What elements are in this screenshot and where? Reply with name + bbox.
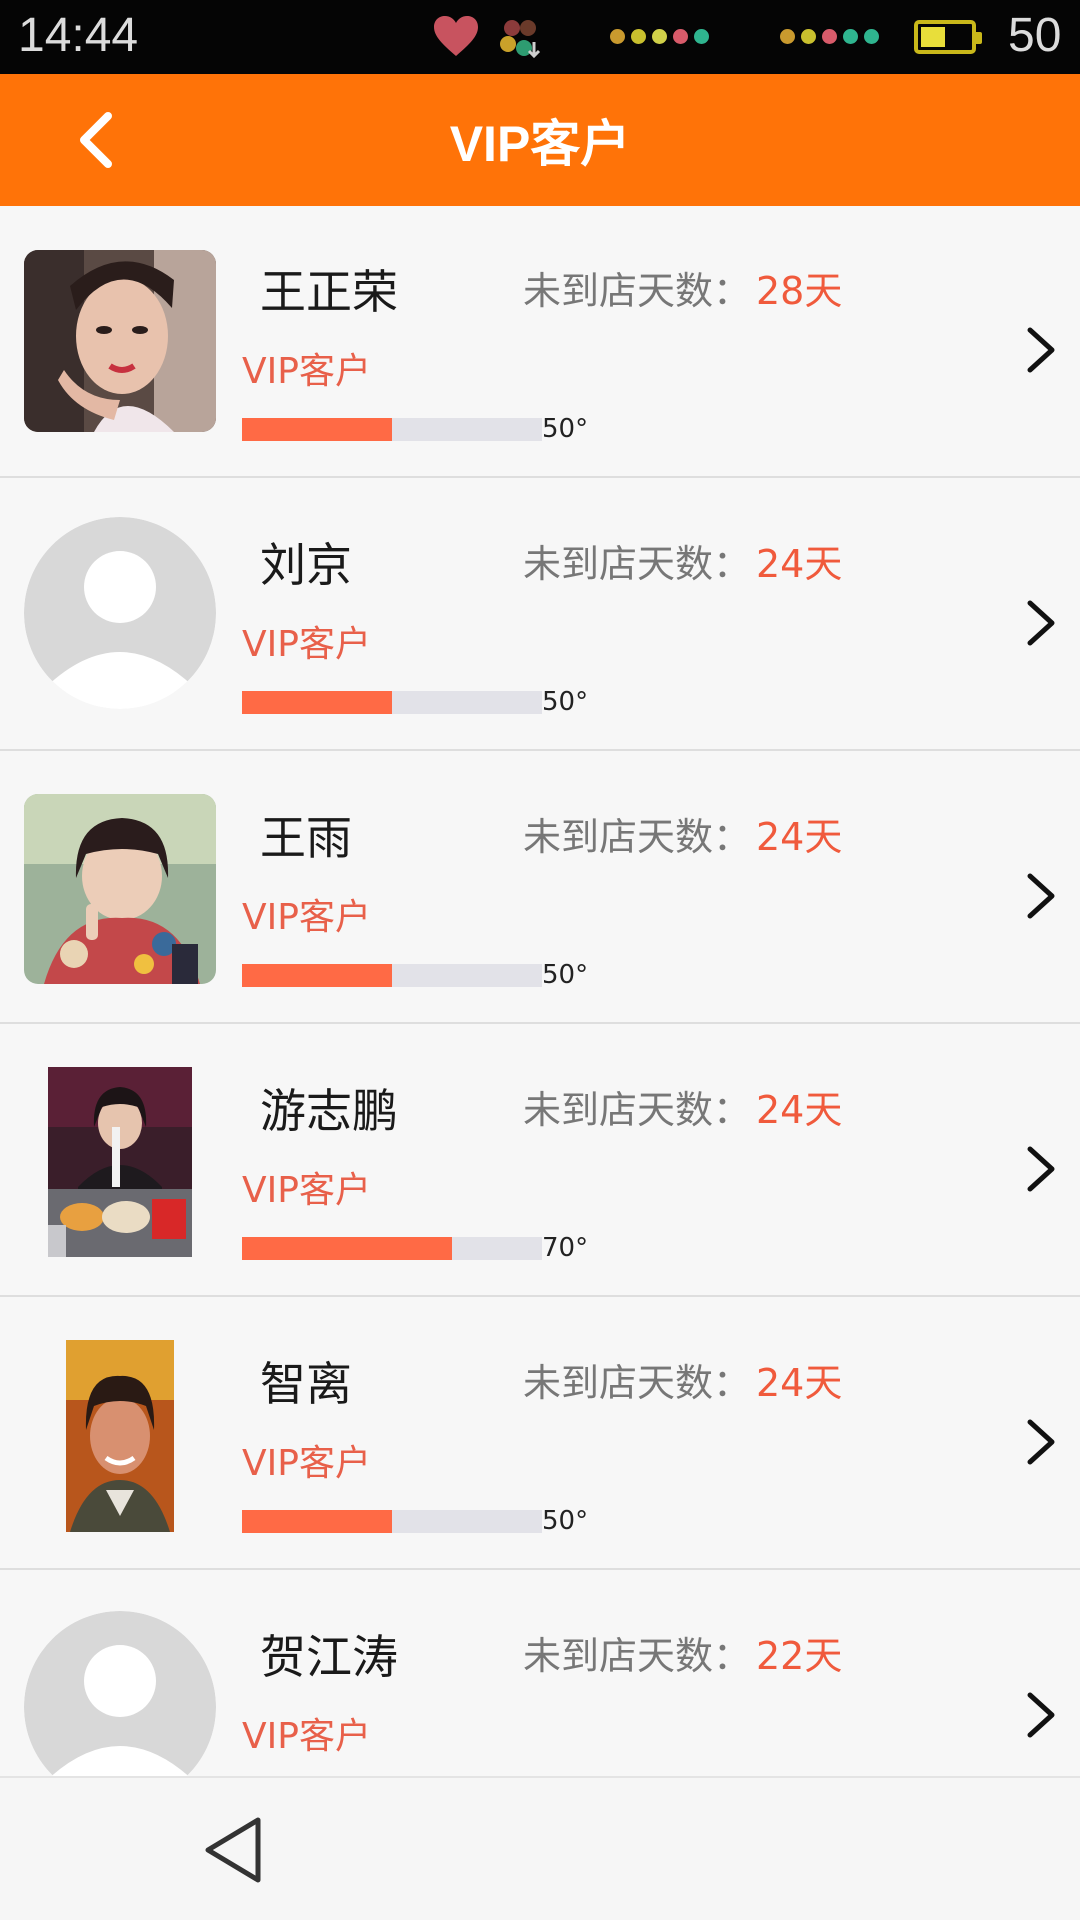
battery-icon — [914, 20, 982, 54]
signal-icon — [610, 29, 709, 44]
vip-label: VIP客户 — [242, 1170, 371, 1211]
divider — [0, 1022, 1080, 1024]
divider — [0, 749, 1080, 751]
days-label: 未到店天数： — [523, 269, 752, 313]
progress-fill — [242, 964, 392, 987]
customer-row[interactable]: 智离 未到店天数： 24天 VIP客户 50° — [0, 1298, 1080, 1570]
heart-icon — [432, 14, 480, 58]
progress-text: 50° — [542, 414, 589, 444]
avatar — [66, 1340, 174, 1532]
customer-row[interactable]: 游志鹏 未到店天数： 24天 VIP客户 70° — [0, 1025, 1080, 1297]
vip-label: VIP客户 — [242, 897, 371, 938]
days-value: 24天 — [756, 815, 843, 859]
days-label: 未到店天数： — [523, 1361, 752, 1405]
avatar — [24, 794, 216, 984]
divider — [0, 476, 1080, 478]
customer-row[interactable]: 王正荣 未到店天数： 28天 VIP客户 50° — [0, 206, 1080, 478]
signal-dot — [610, 29, 625, 44]
signal-dot — [673, 29, 688, 44]
vip-label: VIP客户 — [242, 1443, 371, 1484]
divider — [0, 1568, 1080, 1570]
days-label: 未到店天数： — [523, 1634, 752, 1678]
progress-bar — [242, 964, 542, 987]
customer-name: 王雨 — [260, 811, 352, 865]
progress-bar — [242, 1510, 542, 1533]
battery-level: 50 — [1008, 9, 1062, 62]
status-bar: 14:44 50 — [0, 0, 1080, 74]
avatar — [24, 250, 216, 432]
chevron-right-icon[interactable] — [1024, 1687, 1060, 1743]
progress-fill — [242, 691, 392, 714]
progress-bar — [242, 1237, 542, 1260]
divider — [0, 1295, 1080, 1297]
vip-label: VIP客户 — [242, 1716, 371, 1757]
chevron-right-icon[interactable] — [1024, 595, 1060, 651]
signal-icon — [780, 29, 879, 44]
progress-bar — [242, 418, 542, 441]
customer-name: 游志鹏 — [260, 1084, 398, 1138]
customer-name: 智离 — [260, 1357, 352, 1411]
days-value: 24天 — [756, 542, 843, 586]
vip-label: VIP客户 — [242, 351, 371, 392]
days-label: 未到店天数： — [523, 542, 752, 586]
signal-dot — [822, 29, 837, 44]
signal-dot — [652, 29, 667, 44]
avatar — [24, 1611, 216, 1776]
signal-dot — [631, 29, 646, 44]
signal-dot — [801, 29, 816, 44]
days-label: 未到店天数： — [523, 815, 752, 859]
progress-fill — [242, 418, 392, 441]
avatar — [48, 1067, 192, 1257]
progress-text: 70° — [542, 1233, 589, 1263]
navigation-bar — [0, 1776, 1080, 1920]
signal-dot — [780, 29, 795, 44]
customer-row[interactable]: 刘京 未到店天数： 24天 VIP客户 50° — [0, 479, 1080, 751]
signal-dot — [694, 29, 709, 44]
signal-dot — [843, 29, 858, 44]
chevron-right-icon[interactable] — [1024, 1414, 1060, 1470]
days-value: 28天 — [756, 269, 843, 313]
customer-name: 王正荣 — [260, 265, 398, 319]
days-value: 24天 — [756, 1361, 843, 1405]
progress-bar — [242, 691, 542, 714]
progress-text: 50° — [542, 960, 589, 990]
chevron-right-icon[interactable] — [1024, 322, 1060, 378]
customer-list: 王正荣 未到店天数： 28天 VIP客户 50° 刘京 未到店天数： 24天 V… — [0, 206, 1080, 1776]
days-value: 24天 — [756, 1088, 843, 1132]
customer-row[interactable]: 贺江涛 未到店天数： 22天 VIP客户 — [0, 1571, 1080, 1776]
signal-dot — [864, 29, 879, 44]
app-root: 14:44 50 VIP客户 王正荣 未到店天数： 28天 VIP客户 50° … — [0, 0, 1080, 1920]
days-label: 未到店天数： — [523, 1088, 752, 1132]
vip-label: VIP客户 — [242, 624, 371, 665]
avatar — [24, 517, 216, 709]
customer-name: 刘京 — [260, 538, 352, 592]
customer-name: 贺江涛 — [260, 1630, 398, 1684]
customer-row[interactable]: 王雨 未到店天数： 24天 VIP客户 50° — [0, 752, 1080, 1024]
status-time: 14:44 — [18, 9, 139, 62]
app-header: VIP客户 — [0, 74, 1080, 206]
days-value: 22天 — [756, 1634, 843, 1678]
chevron-right-icon[interactable] — [1024, 1141, 1060, 1197]
app-icon — [498, 16, 544, 60]
chevron-right-icon[interactable] — [1024, 868, 1060, 924]
progress-fill — [242, 1237, 452, 1260]
progress-text: 50° — [542, 1506, 589, 1536]
page-title: VIP客户 — [449, 116, 631, 172]
progress-fill — [242, 1510, 392, 1533]
progress-text: 50° — [542, 687, 589, 717]
triangle-back-icon[interactable] — [200, 1814, 264, 1886]
